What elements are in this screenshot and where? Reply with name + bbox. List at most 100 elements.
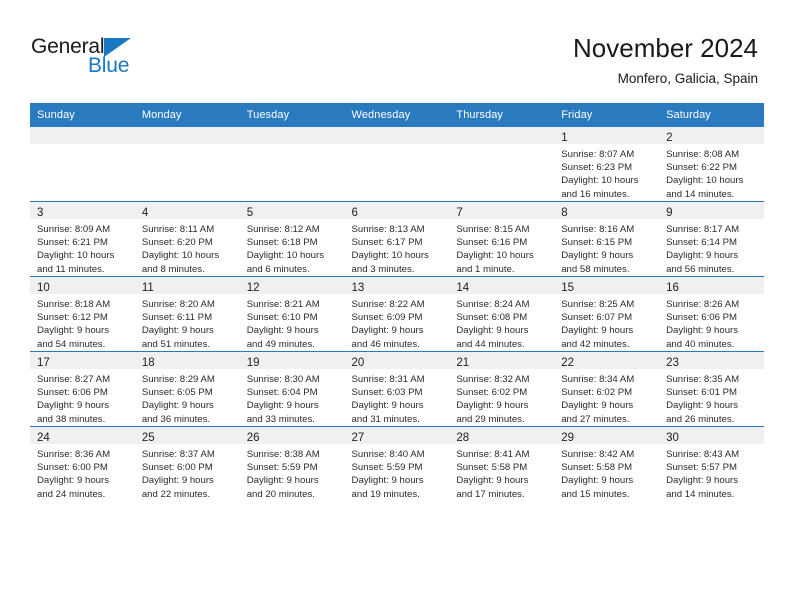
calendar-cell-day-16: 16 Sunrise: 8:26 AM Sunset: 6:06 PM Dayligh… — [659, 276, 764, 352]
daylight-duration-line2: and 56 minutes. — [666, 263, 735, 275]
calendar-cell-empty — [30, 127, 135, 202]
weekday-header-tuesday: Tuesday — [239, 103, 345, 127]
day-info: Sunrise: 8:18 AM Sunset: 6:12 PM Daylight:… — [30, 294, 135, 351]
daylight-duration-line2: and 8 minutes. — [141, 263, 205, 275]
daylight-duration-line2: and 33 minutes. — [246, 413, 315, 425]
day-info: Sunrise: 8:26 AM Sunset: 6:06 PM Daylight:… — [659, 294, 764, 351]
day-cell[interactable]: 27 Sunrise: 8:40 AM Sunset: 5:59 PM Dayligh… — [344, 427, 450, 501]
day-number-band: 23 — [659, 352, 764, 369]
day-number: 6 — [351, 207, 358, 219]
sunrise-time: Sunrise: 8:13 AM — [351, 224, 425, 235]
calendar-cell-day-7: 7 Sunrise: 8:15 AM Sunset: 6:16 PM Daylight… — [449, 201, 555, 277]
sunset-time: Sunset: 5:57 PM — [666, 462, 737, 474]
sunset-time: Sunset: 6:00 PM — [141, 462, 213, 474]
day-cell[interactable]: 30 Sunrise: 8:43 AM Sunset: 5:57 PM Dayligh… — [659, 427, 764, 501]
day-info: Sunrise: 8:34 AM Sunset: 6:02 PM Daylight:… — [554, 369, 659, 426]
day-number: 2 — [666, 132, 673, 144]
daylight-duration-line1: Daylight: 10 hours — [666, 175, 744, 187]
day-cell[interactable]: 2 Sunrise: 8:08 AM Sunset: 6:22 PM Daylight… — [659, 127, 764, 201]
day-number-band: 15 — [554, 277, 660, 294]
daylight-duration-line1: Daylight: 9 hours — [456, 325, 529, 337]
sunset-time: Sunset: 6:12 PM — [37, 312, 108, 324]
daylight-duration-line2: and 22 minutes. — [141, 488, 211, 500]
daylight-duration-line2: and 54 minutes. — [37, 338, 106, 350]
daylight-duration-line1: Daylight: 9 hours — [37, 475, 109, 487]
calendar-week-row: 24 Sunrise: 8:36 AM Sunset: 6:00 PM Dayligh… — [30, 426, 764, 501]
day-cell[interactable]: 14 Sunrise: 8:24 AM Sunset: 6:08 PM Dayligh… — [449, 277, 555, 351]
day-cell[interactable]: 21 Sunrise: 8:32 AM Sunset: 6:02 PM Dayligh… — [449, 352, 555, 426]
day-cell[interactable]: 9 Sunrise: 8:17 AM Sunset: 6:14 PM Daylight… — [659, 202, 764, 276]
day-cell[interactable]: 10 Sunrise: 8:18 AM Sunset: 6:12 PM Dayligh… — [30, 277, 135, 351]
daylight-duration-line1: Daylight: 9 hours — [246, 475, 319, 487]
day-cell[interactable]: 8 Sunrise: 8:16 AM Sunset: 6:15 PM Daylight… — [554, 202, 660, 276]
day-info: Sunrise: 8:27 AM Sunset: 6:06 PM Daylight:… — [30, 369, 135, 426]
day-info: Sunrise: 8:38 AM Sunset: 5:59 PM Daylight:… — [240, 444, 345, 501]
sunrise-sunset-calendar: Sunday Monday Tuesday Wednesday Thursday… — [30, 103, 764, 501]
sunset-time: Sunset: 6:22 PM — [666, 162, 737, 174]
day-info: Sunrise: 8:11 AM Sunset: 6:20 PM Daylight:… — [135, 219, 240, 276]
day-cell[interactable]: 17 Sunrise: 8:27 AM Sunset: 6:06 PM Dayligh… — [30, 352, 135, 426]
day-info: Sunrise: 8:20 AM Sunset: 6:11 PM Daylight:… — [135, 294, 240, 351]
daylight-duration-line1: Daylight: 9 hours — [666, 325, 739, 337]
day-info: Sunrise: 8:37 AM Sunset: 6:00 PM Daylight:… — [135, 444, 240, 501]
day-info: Sunrise: 8:42 AM Sunset: 5:58 PM Daylight:… — [554, 444, 659, 501]
day-number: 4 — [141, 207, 149, 219]
daylight-duration-line2: and 29 minutes. — [456, 413, 525, 425]
day-number: 5 — [246, 207, 254, 219]
daylight-duration-line1: Daylight: 9 hours — [351, 475, 424, 487]
day-cell[interactable]: 18 Sunrise: 8:29 AM Sunset: 6:05 PM Dayligh… — [134, 352, 240, 426]
day-cell[interactable]: 29 Sunrise: 8:42 AM Sunset: 5:58 PM Dayligh… — [554, 427, 660, 501]
day-cell[interactable]: 5 Sunrise: 8:12 AM Sunset: 6:18 PM Daylight… — [239, 202, 345, 276]
day-number-band: 11 — [134, 277, 240, 294]
sunrise-time: Sunrise: 8:27 AM — [37, 374, 111, 385]
logo-text-blue: Blue — [88, 54, 130, 77]
sunrise-time: Sunrise: 8:40 AM — [351, 449, 425, 460]
daylight-duration-line2: and 3 minutes. — [351, 263, 415, 275]
sunrise-time: Sunrise: 8:11 AM — [141, 224, 215, 235]
day-cell[interactable]: 19 Sunrise: 8:30 AM Sunset: 6:04 PM Dayligh… — [239, 352, 345, 426]
day-number: 9 — [666, 207, 673, 219]
day-cell[interactable]: 23 Sunrise: 8:35 AM Sunset: 6:01 PM Dayligh… — [659, 352, 764, 426]
day-cell[interactable]: 15 Sunrise: 8:25 AM Sunset: 6:07 PM Dayligh… — [554, 277, 660, 351]
calendar-cell-day-8: 8 Sunrise: 8:16 AM Sunset: 6:15 PM Daylight… — [554, 201, 660, 277]
sunrise-time: Sunrise: 8:31 AM — [351, 374, 425, 385]
day-info: Sunrise: 8:15 AM Sunset: 6:16 PM Daylight:… — [449, 219, 554, 276]
day-cell[interactable]: 1 Sunrise: 8:07 AM Sunset: 6:23 PM Daylight… — [554, 127, 660, 201]
day-number-band: 24 — [30, 427, 135, 444]
calendar-cell-empty — [344, 127, 450, 202]
calendar-cell-day-22: 22 Sunrise: 8:34 AM Sunset: 6:02 PM Dayligh… — [554, 351, 660, 427]
sunrise-time: Sunrise: 8:16 AM — [561, 224, 635, 235]
day-cell[interactable]: 13 Sunrise: 8:22 AM Sunset: 6:09 PM Dayligh… — [344, 277, 450, 351]
sunrise-time: Sunrise: 8:43 AM — [666, 449, 740, 460]
calendar-cell-day-13: 13 Sunrise: 8:22 AM Sunset: 6:09 PM Dayligh… — [344, 276, 450, 352]
day-cell[interactable]: 20 Sunrise: 8:31 AM Sunset: 6:03 PM Dayligh… — [344, 352, 450, 426]
day-number-band: 19 — [239, 352, 345, 369]
day-cell[interactable]: 3 Sunrise: 8:09 AM Sunset: 6:21 PM Daylight… — [30, 202, 135, 276]
day-number: 17 — [37, 357, 50, 369]
sunset-time: Sunset: 6:15 PM — [561, 237, 633, 249]
sunrise-time: Sunrise: 8:35 AM — [666, 374, 740, 385]
sunset-time: Sunset: 6:06 PM — [37, 387, 108, 399]
calendar-cell-day-14: 14 Sunrise: 8:24 AM Sunset: 6:08 PM Dayligh… — [449, 276, 555, 352]
day-cell[interactable]: 7 Sunrise: 8:15 AM Sunset: 6:16 PM Daylight… — [449, 202, 555, 276]
day-cell[interactable]: 4 Sunrise: 8:11 AM Sunset: 6:20 PM Daylight… — [134, 202, 240, 276]
day-cell[interactable]: 16 Sunrise: 8:26 AM Sunset: 6:06 PM Dayligh… — [659, 277, 764, 351]
daylight-duration-line1: Daylight: 9 hours — [351, 325, 424, 337]
sunrise-time: Sunrise: 8:42 AM — [561, 449, 635, 460]
day-number-band: 2 — [659, 127, 764, 144]
day-cell[interactable]: 26 Sunrise: 8:38 AM Sunset: 5:59 PM Dayligh… — [239, 427, 345, 501]
day-cell[interactable]: 11 Sunrise: 8:20 AM Sunset: 6:11 PM Dayligh… — [134, 277, 240, 351]
page-title: November 2024 — [573, 33, 758, 63]
daylight-duration-line1: Daylight: 10 hours — [561, 175, 639, 187]
sunset-time: Sunset: 6:17 PM — [351, 237, 423, 249]
day-number: 10 — [37, 282, 50, 294]
day-cell[interactable]: 28 Sunrise: 8:41 AM Sunset: 5:58 PM Dayligh… — [449, 427, 555, 501]
day-cell[interactable]: 24 Sunrise: 8:36 AM Sunset: 6:00 PM Dayligh… — [30, 427, 135, 501]
daylight-duration-line2: and 17 minutes. — [456, 488, 525, 500]
day-cell[interactable]: 6 Sunrise: 8:13 AM Sunset: 6:17 PM Daylight… — [344, 202, 450, 276]
sunrise-time: Sunrise: 8:12 AM — [246, 224, 320, 235]
day-cell[interactable]: 25 Sunrise: 8:37 AM Sunset: 6:00 PM Dayligh… — [134, 427, 240, 501]
day-cell[interactable]: 22 Sunrise: 8:34 AM Sunset: 6:02 PM Dayligh… — [554, 352, 660, 426]
day-cell[interactable]: 12 Sunrise: 8:21 AM Sunset: 6:10 PM Dayligh… — [239, 277, 345, 351]
day-number-band: 26 — [239, 427, 345, 444]
